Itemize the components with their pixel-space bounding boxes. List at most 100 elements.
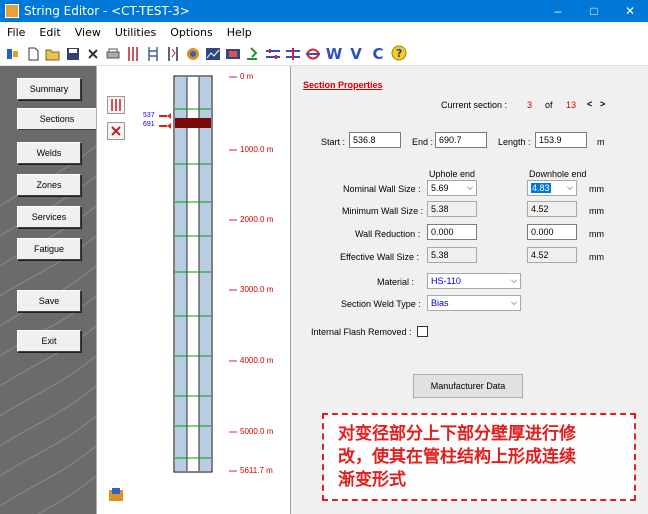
uphole-header: Uphole end	[429, 169, 476, 179]
nominal-wall-label: Nominal Wall Size :	[343, 184, 421, 194]
exit-button[interactable]: Exit	[17, 330, 81, 352]
help-icon[interactable]: ?	[390, 45, 408, 63]
downhole-header: Downhole end	[529, 169, 587, 179]
current-section-value: 3	[527, 100, 533, 110]
flash-removed-checkbox[interactable]	[417, 326, 428, 337]
v-button[interactable]: V	[346, 45, 366, 63]
chevron-down-icon	[511, 277, 517, 283]
section-properties-title: Section Properties	[303, 80, 383, 90]
window-title: String Editor - <CT-TEST-3>	[24, 4, 190, 18]
minimum-uphole-field: 5.38	[427, 201, 477, 217]
chart-icon[interactable]	[204, 45, 222, 63]
menu-help[interactable]: Help	[220, 26, 259, 39]
length-field[interactable]: 153.9	[535, 132, 587, 148]
sections-view-icon[interactable]	[124, 45, 142, 63]
material-select[interactable]: HS-110	[427, 273, 521, 289]
string-diagram-panel: 537 691 0 m 1000.0 m 2000.0 m 3000.0 m 4…	[96, 66, 288, 514]
weld-type-select[interactable]: Bias	[427, 295, 521, 311]
length-label: Length :	[498, 137, 531, 147]
menu-options[interactable]: Options	[163, 26, 219, 39]
minimize-button[interactable]: –	[540, 0, 576, 22]
weld-type-value: Bias	[431, 298, 449, 308]
nominal-downhole-value: 4.83	[531, 183, 551, 193]
previous-section-button[interactable]: <	[587, 99, 592, 109]
close-button[interactable]: ✕	[612, 0, 648, 22]
menu-utilities[interactable]: Utilities	[108, 26, 163, 39]
zones-view-icon[interactable]	[164, 45, 182, 63]
selected-section[interactable]	[175, 118, 211, 128]
chevron-down-icon	[567, 184, 573, 190]
maximize-button[interactable]: □	[576, 0, 612, 22]
depth-label-1000: 1000.0 m	[240, 145, 274, 154]
fatigue-button[interactable]: Fatigue	[17, 238, 81, 260]
c-button[interactable]: C	[368, 45, 388, 63]
end-label: End :	[412, 137, 434, 147]
reduction-unit: mm	[589, 229, 604, 239]
material-label: Material :	[377, 277, 415, 287]
new-string-icon[interactable]	[4, 45, 22, 63]
start-label: Start :	[321, 137, 346, 147]
effective-unit: mm	[589, 252, 604, 262]
navigation-panel: Summary Sections Welds Zones Services Fa…	[0, 66, 96, 514]
menu-edit[interactable]: Edit	[32, 26, 67, 39]
reduction-downhole-field[interactable]: 0.000	[527, 224, 577, 240]
nominal-uphole-value: 5.69	[431, 183, 449, 193]
svg-text:?: ?	[396, 47, 402, 60]
manufacturer-data-button[interactable]: Manufacturer Data	[413, 374, 523, 398]
nominal-uphole-select[interactable]: 5.69	[427, 180, 477, 196]
length-unit: m	[597, 137, 605, 147]
delete-icon[interactable]	[84, 45, 102, 63]
toolbar: W V C ?	[0, 42, 648, 66]
reduction-uphole-field[interactable]: 0.000	[427, 224, 477, 240]
welds-button[interactable]: Welds	[17, 142, 81, 164]
menu-bar: File Edit View Utilities Options Help	[0, 22, 648, 42]
app-icon	[5, 4, 19, 18]
depth-label-4000: 4000.0 m	[240, 356, 274, 365]
nominal-downhole-select[interactable]: 4.83	[527, 180, 577, 196]
save-button[interactable]: Save	[17, 290, 81, 312]
compare-icon[interactable]	[264, 45, 282, 63]
next-section-button[interactable]: >	[600, 99, 605, 109]
flash-removed-label: Internal Flash Removed :	[311, 327, 412, 337]
menu-view[interactable]: View	[68, 26, 108, 39]
depth-label-0: 0 m	[240, 72, 254, 81]
chevron-down-icon	[511, 299, 517, 305]
of-label: of	[545, 100, 553, 110]
annotation-line-1: 对变径部分上下部分壁厚进行修	[338, 424, 576, 444]
start-field[interactable]: 536.8	[349, 132, 401, 148]
end-field[interactable]: 690.7	[435, 132, 487, 148]
effective-uphole-field: 5.38	[427, 247, 477, 263]
depth-label-2000: 2000.0 m	[240, 215, 274, 224]
weld-type-label: Section Weld Type :	[341, 299, 421, 309]
flow-icon[interactable]	[304, 45, 322, 63]
services-icon[interactable]	[184, 45, 202, 63]
effective-downhole-field: 4.52	[527, 247, 577, 263]
summary-button[interactable]: Summary	[17, 78, 81, 100]
depth-label-total: 5611.7 m	[240, 466, 273, 475]
annotation-line-3: 渐变形式	[338, 470, 406, 490]
save-icon[interactable]	[64, 45, 82, 63]
material-value: HS-110	[431, 276, 461, 286]
minimum-unit: mm	[589, 206, 604, 216]
minimum-downhole-field: 4.52	[527, 201, 577, 217]
sections-button[interactable]: Sections	[17, 108, 96, 130]
annotation-line-2: 改，使其在管柱结构上形成连续	[338, 447, 576, 467]
total-sections-value: 13	[566, 100, 577, 110]
services-button[interactable]: Services	[17, 206, 81, 228]
welds-view-icon[interactable]	[144, 45, 162, 63]
nominal-unit: mm	[589, 184, 604, 194]
open-folder-icon[interactable]	[44, 45, 62, 63]
w-button[interactable]: W	[324, 45, 344, 63]
chevron-down-icon	[467, 184, 473, 190]
balance-icon[interactable]	[284, 45, 302, 63]
certificate-icon[interactable]	[244, 45, 262, 63]
minimum-wall-label: Minimum Wall Size :	[342, 206, 424, 216]
zones-button[interactable]: Zones	[17, 174, 81, 196]
depth-label-5000: 5000.0 m	[240, 427, 274, 436]
effective-wall-label: Effective Wall Size :	[340, 252, 420, 262]
print-icon[interactable]	[104, 45, 122, 63]
report-icon[interactable]	[224, 45, 242, 63]
title-bar: String Editor - <CT-TEST-3> – □ ✕	[0, 0, 648, 22]
menu-file[interactable]: File	[0, 26, 32, 39]
new-file-icon[interactable]	[24, 45, 42, 63]
